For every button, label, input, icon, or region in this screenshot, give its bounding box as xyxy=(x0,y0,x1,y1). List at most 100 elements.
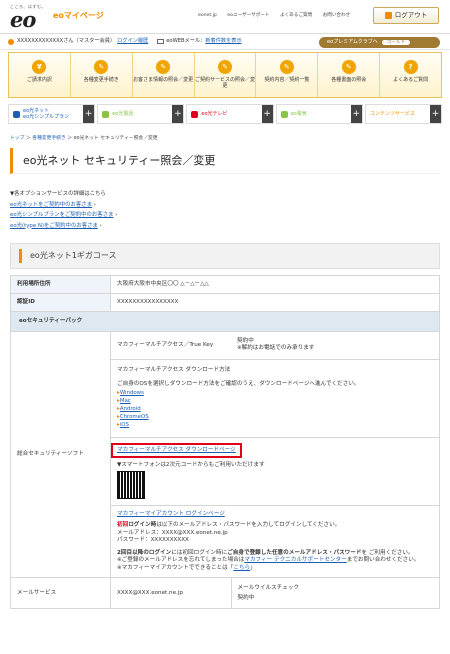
expand-icon[interactable]: + xyxy=(83,105,95,123)
account-note: ※マカフィーマイアカウントでできることは「こちら」 xyxy=(117,565,433,573)
gnav-services[interactable]: ✎ ご契約サービスの照会／変更 xyxy=(194,53,257,97)
logo-mark: eo xyxy=(10,7,36,32)
header-links: eonet.jp eoユーザーサポート よくあるご質問 お問い合わせ xyxy=(198,13,359,19)
login-password: パスワード：XXXXXXXXXX xyxy=(117,537,189,544)
os-link-ios[interactable]: iOS xyxy=(120,422,129,428)
download-title: マカフィーマルチアクセス ダウンロード方法 xyxy=(117,366,231,373)
support-center-link[interactable]: マカフィー テクニカルサポートセンター xyxy=(244,557,346,563)
mypage-title[interactable]: eoマイページ xyxy=(53,11,104,21)
mail-virus-label: メールウイルスチェック xyxy=(237,584,300,591)
crumb-current: eo光ネット セキュリティー照会／変更 xyxy=(73,136,158,141)
download-section: マカフィーマルチアクセス ダウンロード方法 ご自身のOSを選択しダウンロード方法… xyxy=(111,359,439,438)
option-link-simple[interactable]: eo光シンプルプランをご契約中のお客さま xyxy=(10,212,113,218)
link-user-support[interactable]: eoユーザーサポート xyxy=(227,13,269,18)
qr-note: ▼スマートフォンは2次元コードからもご利用いただけます xyxy=(117,461,265,468)
option-links: ▼各オプションサービスの詳細はこちら eo光ネットをご契約中のお客さま › eo… xyxy=(10,191,118,229)
account-section: マカフィーマイアカウント ログインページ 初回ログイン時は以下のメールアドレス・… xyxy=(111,505,439,577)
download-page-section: マカフィーマルチアクセス ダウンロードページ ▼スマートフォンは2次元コードから… xyxy=(111,437,439,506)
expand-icon[interactable]: + xyxy=(261,105,273,123)
question-icon: ? xyxy=(403,60,418,74)
yen-icon: ¥ xyxy=(32,60,47,74)
expand-icon[interactable]: + xyxy=(172,105,184,123)
gnav-label: 契約内容／契約一覧 xyxy=(264,77,310,83)
eo-logo[interactable]: こころ、はずむ。 eo xyxy=(10,4,46,30)
page-title: eo光ネット セキュリティー照会／変更 xyxy=(10,148,440,174)
link-contact[interactable]: お問い合わせ xyxy=(323,13,351,18)
pencil-icon: ✎ xyxy=(94,60,109,74)
service-nav: eo光ネット eo光シンプルプラン + eo光電話 + eo光テレビ + eo電気 + … xyxy=(8,104,443,124)
os-link-windows[interactable]: Windows xyxy=(120,390,144,396)
login-history-link[interactable]: ログイン履歴 xyxy=(117,38,148,45)
here-link[interactable]: こちら xyxy=(233,565,250,571)
security-pack-heading: eoセキュリティーパック xyxy=(10,311,440,332)
gnav-label: よくあるご質問 xyxy=(393,77,429,83)
crumb-procedures[interactable]: 各種変更手続き xyxy=(32,136,66,141)
option-link-net[interactable]: eo光ネットをご契約中のお客さま xyxy=(10,202,92,208)
crumb-top[interactable]: トップ xyxy=(10,136,24,141)
service-tab-tv[interactable]: eo光テレビ + xyxy=(186,104,274,124)
pencil-icon: ✎ xyxy=(156,60,171,74)
gnav-faq[interactable]: ? よくあるご質問 xyxy=(380,53,442,97)
truekey-name: マカフィーマルチアクセス／True Key xyxy=(111,332,231,360)
service-label: eo光電話 xyxy=(112,110,134,117)
contract-table: 利用場所住所 大阪府大阪市中央区〇〇 △－△－△△ 認証ID XXXXXXXXX… xyxy=(10,275,440,610)
account-tail: 」 xyxy=(250,564,256,571)
forgot-note: ※ご登録のメールアドレスを忘れてしまった場合はマカフィー テクニカルサポートセン… xyxy=(117,557,433,565)
account-login-link[interactable]: マカフィーマイアカウント ログインページ xyxy=(117,511,225,517)
service-tab-electric[interactable]: eo電気 + xyxy=(275,104,363,124)
net-icon xyxy=(13,111,20,118)
header: こころ、はずむ。 eo eoマイページ eonet.jp eoユーザーサポート … xyxy=(0,0,450,34)
phone-icon xyxy=(102,111,110,118)
expand-icon[interactable]: + xyxy=(350,105,362,123)
download-page-link[interactable]: マカフィーマルチアクセス ダウンロードページ xyxy=(117,447,236,453)
first-tag: 初回 xyxy=(117,522,129,529)
webmail-count-link[interactable]: 新着件数を表示 xyxy=(205,38,241,45)
service-label: コンテンツサービス xyxy=(369,110,415,117)
logout-label: ログアウト xyxy=(394,11,428,20)
option-link-typen[interactable]: eo光(type N)をご契約中のお客さま xyxy=(10,223,98,229)
security-soft-cell: マカフィーマルチアクセス／True Key 契約中 ※解約はお電話でのみ承ります… xyxy=(110,330,440,579)
link-faq[interactable]: よくあるご質問 xyxy=(280,13,312,18)
link-eonet[interactable]: eonet.jp xyxy=(198,13,217,18)
service-tab-contents[interactable]: コンテンツサービス + xyxy=(364,104,443,124)
truekey-status-cell: 契約中 ※解約はお電話でのみ承ります xyxy=(231,332,439,360)
gnav-label: 各種変更手続き xyxy=(83,77,119,83)
auth-id-value: XXXXXXXXXXXXXXXX xyxy=(110,293,440,312)
mail-virus-cell: メールウイルスチェック 契約中 xyxy=(230,578,439,609)
second-tail: を ご利用ください。 xyxy=(361,549,414,556)
service-tab-net[interactable]: eo光ネット eo光シンプルプラン + xyxy=(8,104,96,124)
os-link-mac[interactable]: Mac xyxy=(120,398,131,404)
mail-service-label: メールサービス xyxy=(10,577,111,610)
second-bold2: ご自身で登録した任意のメールアドレス・パスワード xyxy=(227,549,362,556)
truekey-note: ※解約はお電話でのみ承ります xyxy=(237,345,315,352)
gnav-billing[interactable]: ¥ ご請求内訳 xyxy=(9,53,71,97)
first-bold: ログイン時 xyxy=(128,522,157,529)
mail-address: XXXX@XXX.eonet.ne.jp xyxy=(117,589,183,596)
second-text: には初回ログイン時に xyxy=(171,549,228,556)
gnav-procedures[interactable]: ✎ 各種変更手続き xyxy=(70,53,133,97)
gnav-label: 各種書面の照会 xyxy=(331,77,367,83)
auth-id-label: 認証ID xyxy=(10,293,111,312)
service-tab-phone[interactable]: eo光電話 + xyxy=(97,104,185,124)
pencil-icon: ✎ xyxy=(218,60,232,74)
gnav-label: ご請求内訳 xyxy=(26,77,52,83)
tv-icon xyxy=(191,111,199,118)
qr-code xyxy=(117,471,145,500)
account-text: ※マカフィーマイアカウントでできることは「 xyxy=(117,564,234,571)
logout-button[interactable]: ログアウト xyxy=(373,7,439,24)
os-list: ▸Windows ▸Mac ▸Android ▸ChromeOS ▸iOS xyxy=(117,390,149,429)
os-link-chromeos[interactable]: ChromeOS xyxy=(120,414,149,420)
premium-club-button[interactable]: eoプレミアムクラブへ ゴールド xyxy=(319,37,440,48)
user-name: XXXXXXXXXXXXXさん（マスター会員） xyxy=(17,38,116,45)
gnav-documents[interactable]: ✎ 各種書面の照会 xyxy=(318,53,381,97)
mail-icon xyxy=(157,39,165,44)
user-icon xyxy=(8,38,14,45)
os-link-android[interactable]: Android xyxy=(120,406,141,412)
options-heading: ▼各オプションサービスの詳細はこちら xyxy=(10,191,106,197)
gnav-contracts[interactable]: ✎ 契約内容／契約一覧 xyxy=(256,53,319,97)
gnav-customer-info[interactable]: ✎ お客さま情報の照会／変更 xyxy=(132,53,195,97)
service-label: eo電気 xyxy=(290,110,307,117)
forgot-tail: までお問い合わせください。 xyxy=(346,557,420,564)
address-label: 利用場所住所 xyxy=(10,275,111,294)
expand-icon[interactable]: + xyxy=(430,105,442,123)
